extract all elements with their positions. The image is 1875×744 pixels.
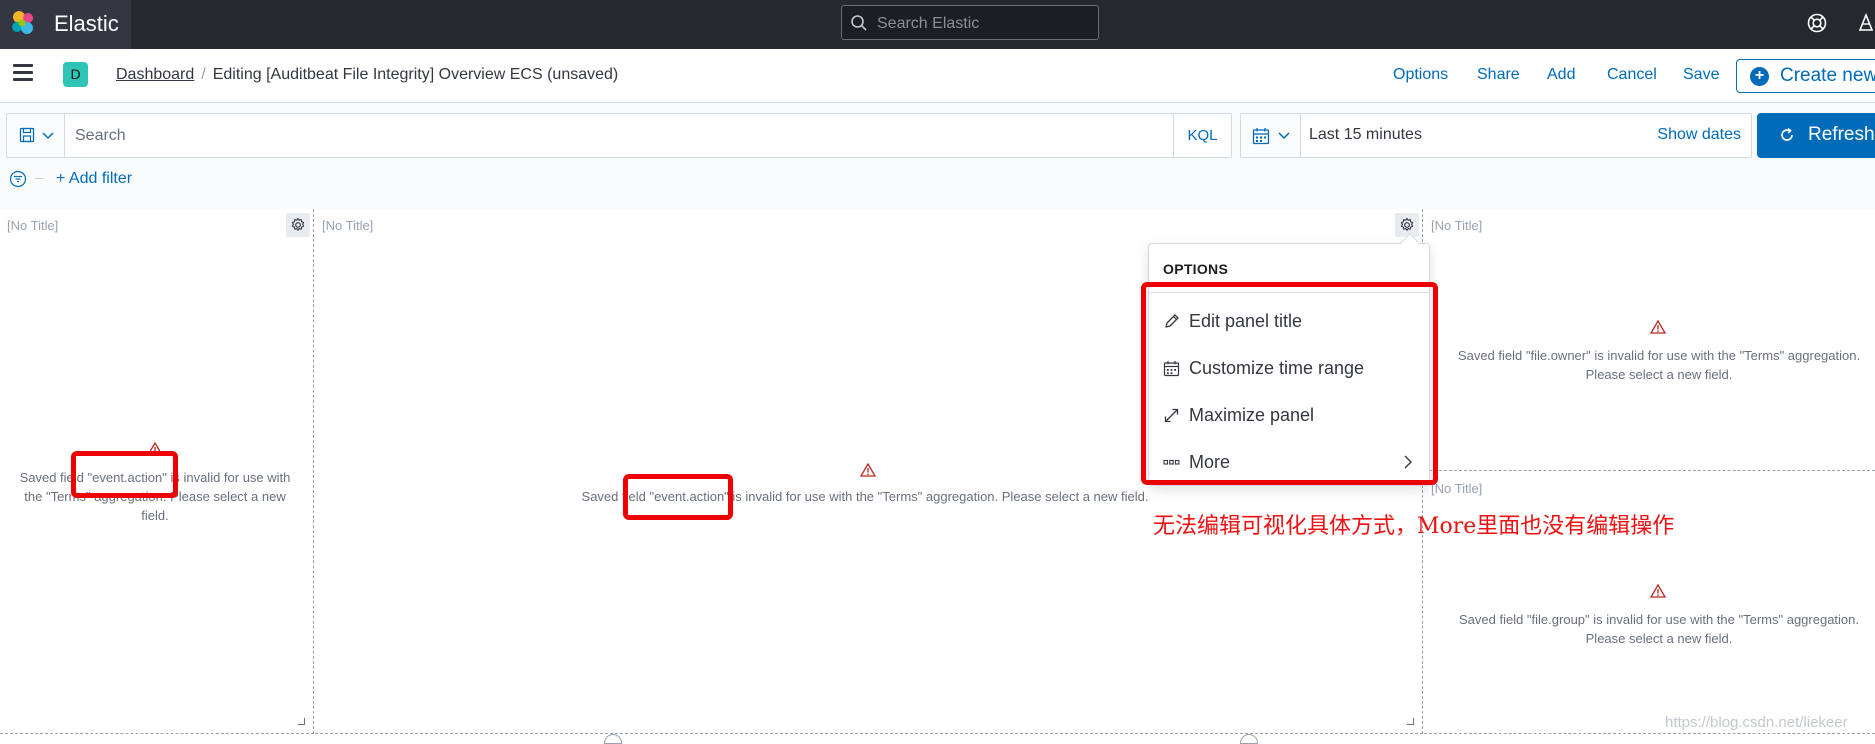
- gear-icon: [291, 217, 305, 231]
- search-icon: [851, 15, 867, 31]
- saved-query-button[interactable]: [7, 114, 65, 157]
- menu-header: OPTIONS: [1163, 261, 1229, 277]
- time-range-label[interactable]: Last 15 minutes: [1309, 126, 1422, 144]
- breadcrumb-separator: /: [201, 66, 206, 83]
- resize-handle[interactable]: [1407, 718, 1414, 725]
- newsfeed-icon[interactable]: [1856, 12, 1875, 34]
- panel-title: [No Title]: [322, 218, 374, 233]
- plus-icon: +: [1750, 67, 1769, 86]
- annotation-note: 无法编辑可视化具体方式，More里面也没有编辑操作: [1153, 514, 1675, 539]
- brand-title: Elastic: [54, 11, 119, 36]
- annotation-highlight-left: [71, 451, 178, 498]
- refresh-icon: [1781, 127, 1793, 141]
- query-input-group: Search KQL: [6, 113, 1232, 158]
- app-header: D Dashboard / Editing [Auditbeat File Inte…: [0, 49, 1875, 103]
- chevron-down-icon: [1278, 132, 1290, 140]
- menu-toggle-icon[interactable]: [13, 64, 33, 82]
- panel-title: [No Title]: [1431, 218, 1483, 233]
- gear-icon: [1400, 217, 1414, 231]
- save-link[interactable]: Save: [1683, 66, 1719, 84]
- show-dates-link[interactable]: Show dates: [1657, 126, 1741, 144]
- error-line: Please select a new field.: [1585, 367, 1733, 382]
- create-new-button[interactable]: + Create new: [1736, 59, 1875, 93]
- warning-icon: [1650, 584, 1666, 598]
- panel-title: [No Title]: [7, 218, 59, 233]
- error-message: Saved field "file.owner" is invalid for …: [1424, 346, 1875, 384]
- annotation-highlight-menu: [1141, 282, 1438, 485]
- help-icon[interactable]: [1806, 12, 1828, 34]
- top-bar: Elastic Search Elastic: [0, 0, 1875, 49]
- annotation-highlight-center: [623, 474, 733, 520]
- date-picker: Last 15 minutes Show dates: [1240, 113, 1752, 158]
- resize-handle[interactable]: [298, 718, 305, 725]
- cancel-link[interactable]: Cancel: [1607, 66, 1657, 84]
- error-line: Saved field "file.owner" is invalid for …: [1457, 348, 1861, 363]
- breadcrumb-dashboard-link[interactable]: Dashboard: [116, 66, 194, 83]
- dashboard-panel-right-top: [No Title] Saved field "file.owner" is i…: [1424, 209, 1875, 471]
- create-new-label: Create new: [1780, 65, 1875, 86]
- add-link[interactable]: Add: [1547, 66, 1575, 84]
- query-search-input[interactable]: Search: [75, 127, 126, 145]
- error-line: field.: [141, 508, 169, 523]
- panel-options-button[interactable]: [1395, 213, 1419, 237]
- brand[interactable]: Elastic: [0, 0, 131, 49]
- chevron-down-icon: [42, 132, 54, 140]
- error-line: Please select a new field.: [1585, 631, 1733, 646]
- panel-drag-handle[interactable]: [604, 734, 622, 744]
- elastic-logo-icon: [12, 11, 33, 34]
- options-link[interactable]: Options: [1393, 66, 1448, 84]
- global-search-input[interactable]: Search Elastic: [841, 5, 1099, 40]
- calendar-icon: [1252, 128, 1270, 145]
- breadcrumb: Dashboard / Editing [Auditbeat File Integr…: [116, 66, 618, 84]
- breadcrumb-current: Editing [Auditbeat File Integrity] Overv…: [212, 66, 619, 83]
- quick-select-button[interactable]: [1241, 114, 1301, 157]
- panel-options-button[interactable]: [286, 213, 310, 237]
- query-bar: Search KQL Last 15 minutes Show dates Re…: [0, 103, 1875, 209]
- refresh-button[interactable]: Refresh: [1757, 113, 1875, 158]
- panel-title: [No Title]: [1431, 481, 1483, 496]
- filter-options-icon[interactable]: [9, 170, 27, 188]
- refresh-label: Refresh: [1808, 124, 1875, 145]
- filter-divider: [35, 178, 43, 179]
- watermark: https://blog.csdn.net/liekeer: [1665, 714, 1848, 731]
- warning-icon: [860, 463, 876, 477]
- save-icon: [19, 127, 35, 143]
- share-link[interactable]: Share: [1477, 66, 1520, 84]
- space-avatar[interactable]: D: [63, 62, 88, 87]
- global-search-placeholder: Search Elastic: [877, 15, 980, 32]
- panel-drag-handle[interactable]: [1240, 734, 1258, 744]
- add-filter-link[interactable]: + Add filter: [56, 170, 132, 188]
- error-message: Saved field "event.action" is invalid fo…: [581, 489, 1149, 504]
- kql-toggle-button[interactable]: KQL: [1173, 114, 1231, 157]
- warning-icon: [1650, 320, 1666, 334]
- error-message: Saved field "file.group" is invalid for …: [1424, 610, 1875, 648]
- error-line: Saved field "file.group" is invalid for …: [1459, 612, 1859, 627]
